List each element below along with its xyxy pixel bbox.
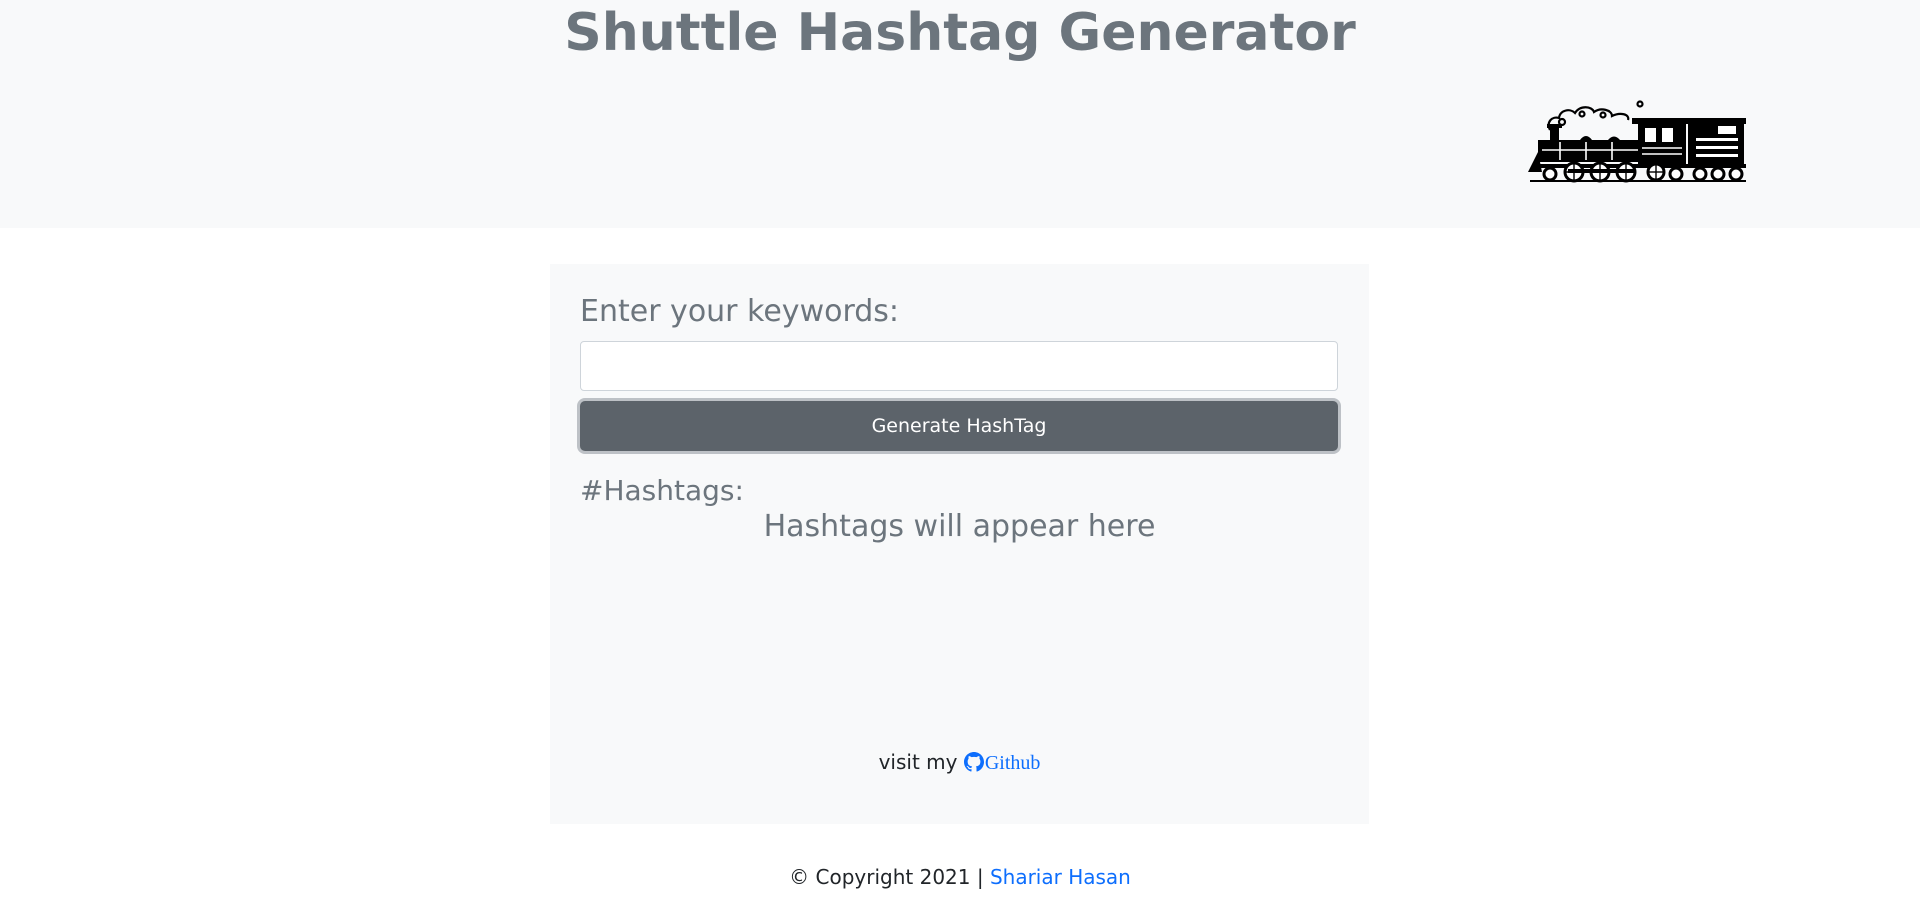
hashtags-label: #Hashtags: — [580, 474, 744, 507]
github-link[interactable]: Github — [963, 752, 1041, 774]
github-icon — [963, 752, 984, 772]
steam-locomotive-icon — [1528, 100, 1746, 183]
page-title: Shuttle Hashtag Generator — [564, 3, 1356, 63]
hashtag-generator-card: Enter your keywords: Generate HashTag #H… — [550, 264, 1369, 824]
github-visit-line: visit my Github — [550, 747, 1369, 778]
github-visit-prefix: visit my — [878, 750, 958, 774]
page-header: Shuttle Hashtag Generator — [0, 0, 1920, 228]
copyright-text: © Copyright 2021 | — [789, 865, 984, 889]
keywords-label: Enter your keywords: — [580, 294, 900, 329]
page-footer: © Copyright 2021 | Shariar Hasan — [0, 862, 1920, 892]
generate-hashtag-button[interactable]: Generate HashTag — [580, 401, 1338, 451]
keywords-input[interactable] — [580, 341, 1338, 391]
author-link[interactable]: Shariar Hasan — [990, 865, 1131, 889]
github-link-label: Github — [984, 752, 1041, 774]
hashtags-output: Hashtags will appear here — [763, 509, 1156, 544]
